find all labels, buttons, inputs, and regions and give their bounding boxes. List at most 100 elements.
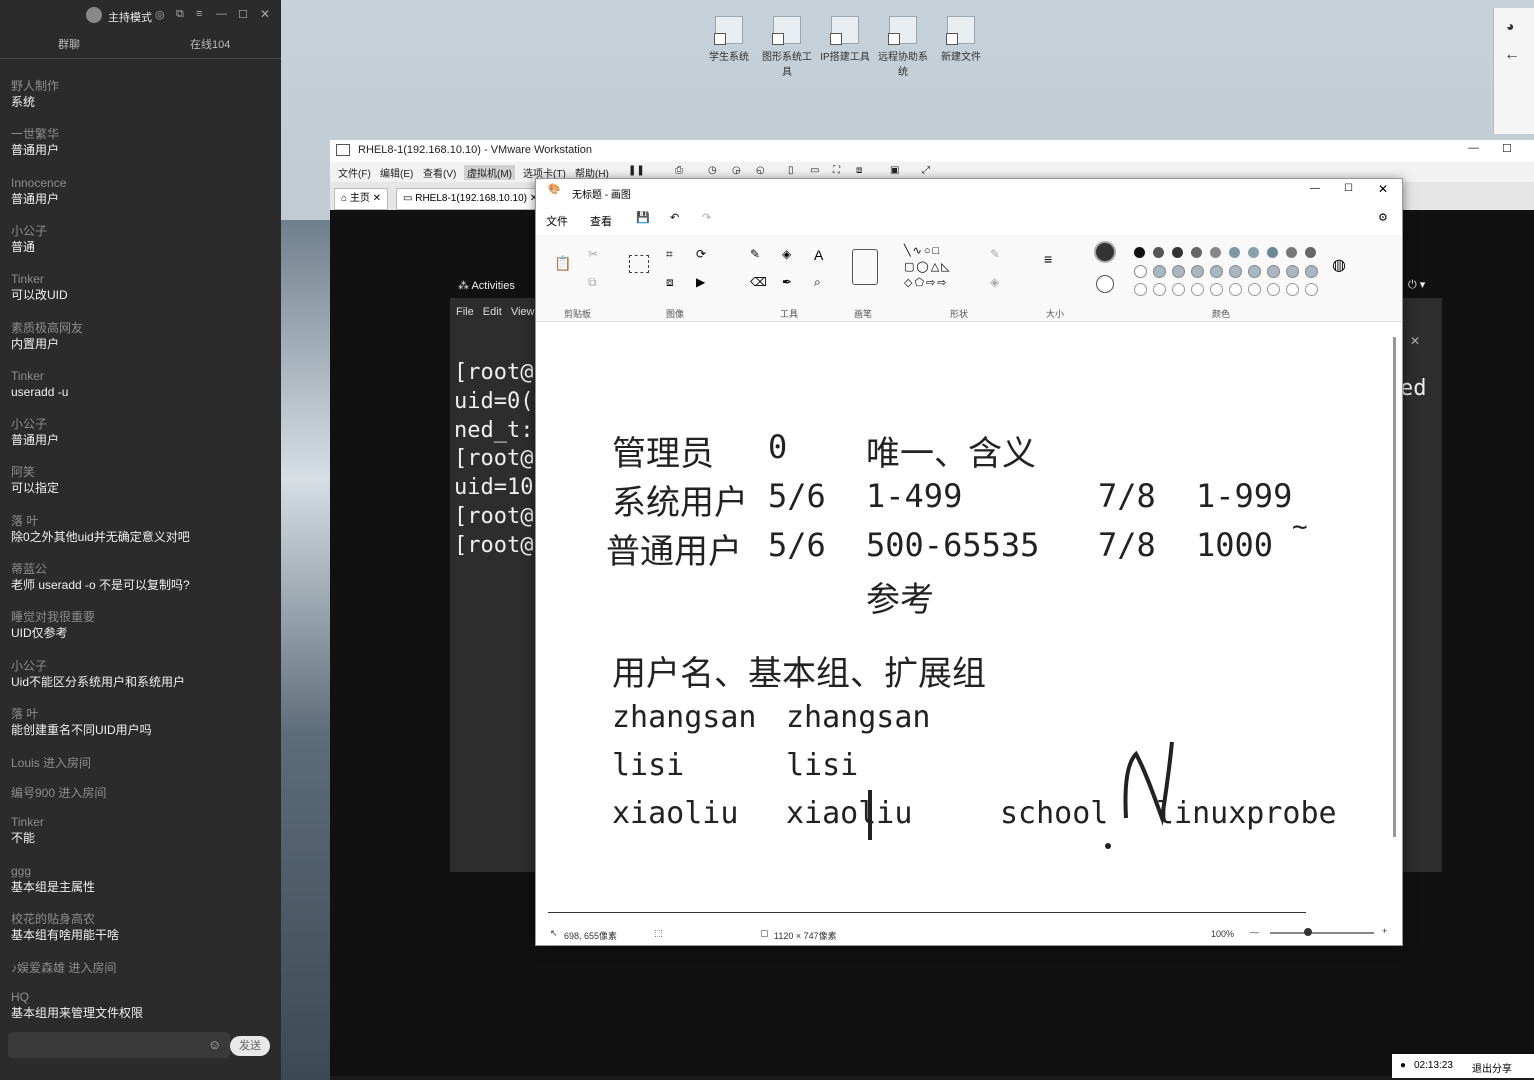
size-icon[interactable]: ≡ xyxy=(1044,251,1052,267)
palette-swatch[interactable] xyxy=(1153,265,1166,278)
zoom-in-button[interactable]: + xyxy=(1382,926,1387,936)
color-picker-icon[interactable]: ✒ xyxy=(782,275,792,289)
color-1-swatch[interactable] xyxy=(1094,241,1116,263)
palette-swatch[interactable] xyxy=(1172,283,1185,296)
palette-swatch[interactable] xyxy=(1248,283,1261,296)
vmware-minimize-icon[interactable]: — xyxy=(1468,142,1479,154)
zoom-slider[interactable] xyxy=(1270,932,1374,934)
popout-icon[interactable]: ⧉ xyxy=(176,8,184,21)
unity-icon[interactable]: ⧈ xyxy=(856,165,862,176)
paint-maximize-icon[interactable]: ☐ xyxy=(1344,183,1353,194)
palette-swatch[interactable] xyxy=(1229,265,1242,278)
desktop-shortcut[interactable]: IP搭建工具 xyxy=(816,16,874,63)
maximize-icon[interactable]: ☐ xyxy=(238,8,248,21)
view-thumbnail-icon[interactable]: ▭ xyxy=(810,165,819,176)
cut-icon[interactable]: ✂ xyxy=(588,247,598,261)
view-sidebar-icon[interactable]: ▯ xyxy=(788,165,794,176)
paint-menu-view[interactable]: 查看 xyxy=(590,213,612,229)
palette-swatch[interactable] xyxy=(1248,247,1259,258)
zoom-out-button[interactable]: — xyxy=(1250,927,1259,937)
tab-online[interactable]: 在线104 xyxy=(190,36,230,52)
palette-swatch[interactable] xyxy=(1305,283,1318,296)
console-icon[interactable]: ▣ xyxy=(890,165,899,176)
settings-icon[interactable]: ◎ xyxy=(155,8,165,21)
palette-swatch[interactable] xyxy=(1286,283,1299,296)
eraser-icon[interactable]: ⌫ xyxy=(750,275,767,289)
select-icon[interactable] xyxy=(629,255,649,273)
palette-swatch[interactable] xyxy=(1267,247,1278,258)
menu-icon[interactable]: ≡ xyxy=(196,8,202,20)
chat-input[interactable] xyxy=(8,1032,230,1058)
palette-swatch[interactable] xyxy=(1210,247,1221,258)
magnifier-icon[interactable]: ⌕ xyxy=(814,275,821,290)
palette-swatch[interactable] xyxy=(1305,247,1316,258)
palette-swatch[interactable] xyxy=(1134,247,1145,258)
shapes-gallery[interactable]: ╲∿○□ ▢◯△◺ ◇⬠⇨⇨ xyxy=(904,243,952,291)
color-2-swatch[interactable] xyxy=(1096,275,1114,293)
palette-swatch[interactable] xyxy=(1153,247,1164,258)
brush-icon[interactable] xyxy=(852,249,878,285)
zoom-slider-thumb[interactable] xyxy=(1304,928,1312,936)
tab-group-chat[interactable]: 群聊 xyxy=(58,36,80,52)
crop-icon[interactable]: ⌗ xyxy=(666,247,673,262)
snapshot-manager-icon[interactable]: ◵ xyxy=(756,165,765,176)
fullscreen-icon[interactable]: ⛶ xyxy=(833,165,840,176)
emoji-icon[interactable]: ☺ xyxy=(208,1037,221,1052)
settings-icon[interactable]: ⚙ xyxy=(1378,211,1388,224)
palette-swatch[interactable] xyxy=(1286,247,1297,258)
palette-swatch[interactable] xyxy=(1172,247,1183,258)
paint-minimize-icon[interactable]: — xyxy=(1310,183,1320,194)
fill-icon[interactable]: ◈ xyxy=(782,247,791,261)
palette-swatch[interactable] xyxy=(1172,265,1185,278)
terminal-menu-edit[interactable]: Edit xyxy=(483,306,502,318)
send-button[interactable]: 发送 xyxy=(230,1036,270,1056)
palette-swatch[interactable] xyxy=(1134,265,1147,278)
close-icon[interactable]: ✕ xyxy=(260,7,270,21)
palette-swatch[interactable] xyxy=(1229,247,1240,258)
paint-canvas[interactable]: 管理员 0 唯一、含义 系统用户 5/6 1-499 7/8 1-999 普通用… xyxy=(536,322,1394,918)
palette-swatch[interactable] xyxy=(1191,283,1204,296)
tab-vm[interactable]: ▭ RHEL8-1(192.168.10.10) ✕ xyxy=(396,188,546,210)
back-arrow-icon[interactable]: ← xyxy=(1504,46,1520,64)
paint-menu-file[interactable]: 文件 xyxy=(546,213,568,229)
menu-file[interactable]: 文件(F) xyxy=(338,165,371,180)
palette-swatch[interactable] xyxy=(1248,265,1261,278)
menu-view[interactable]: 查看(V) xyxy=(423,165,456,180)
palette-swatch[interactable] xyxy=(1191,247,1202,258)
terminal-menu-view[interactable]: View xyxy=(511,306,535,318)
snapshot-restore-icon[interactable]: ◶ xyxy=(732,165,741,176)
palette-swatch[interactable] xyxy=(1286,265,1299,278)
palette-swatch[interactable] xyxy=(1305,265,1318,278)
copy-icon[interactable]: ⧉ xyxy=(588,275,597,290)
pause-icon[interactable]: ❚❚ xyxy=(628,165,645,176)
terminal-close-icon[interactable]: ✕ xyxy=(1410,334,1420,348)
stretch-icon[interactable]: ⤢ xyxy=(922,165,930,176)
palette-swatch[interactable] xyxy=(1267,265,1280,278)
palette-swatch[interactable] xyxy=(1153,283,1166,296)
desktop-shortcut[interactable]: 新建文件 xyxy=(932,16,990,63)
exit-share-button[interactable]: 退出分享 xyxy=(1472,1060,1512,1075)
canvas-scrollbar[interactable] xyxy=(1393,337,1396,837)
palette-swatch[interactable] xyxy=(1210,265,1223,278)
palette-swatch[interactable] xyxy=(1229,283,1242,296)
activities-button[interactable]: ⁂ Activities xyxy=(458,279,515,292)
flip-icon[interactable]: ▶ xyxy=(696,275,705,289)
outline-icon[interactable]: ✎ xyxy=(990,247,1000,261)
text-icon[interactable]: A xyxy=(814,247,823,263)
power-icon[interactable]: ⏻ ▾ xyxy=(1408,278,1425,292)
send-keys-icon[interactable]: ⎙ xyxy=(675,165,683,176)
pencil-icon[interactable]: ✎ xyxy=(750,247,760,261)
shape-fill-icon[interactable]: ◈ xyxy=(990,275,999,289)
snapshot-icon[interactable]: ◷ xyxy=(708,165,717,176)
edit-colors-icon[interactable]: ◍ xyxy=(1332,255,1346,275)
desktop-shortcut[interactable]: 学生系统 xyxy=(700,16,758,63)
palette-swatch[interactable] xyxy=(1267,283,1280,296)
palette-swatch[interactable] xyxy=(1191,265,1204,278)
terminal-menu-file[interactable]: File xyxy=(456,306,474,318)
paste-icon[interactable]: 📋 xyxy=(554,255,571,272)
save-icon[interactable]: 💾 xyxy=(636,211,650,224)
palette-swatch[interactable] xyxy=(1134,283,1147,296)
palette-swatch[interactable] xyxy=(1210,283,1223,296)
vmware-maximize-icon[interactable]: ☐ xyxy=(1502,142,1512,155)
rotate-icon[interactable]: ⟳ xyxy=(696,247,706,261)
